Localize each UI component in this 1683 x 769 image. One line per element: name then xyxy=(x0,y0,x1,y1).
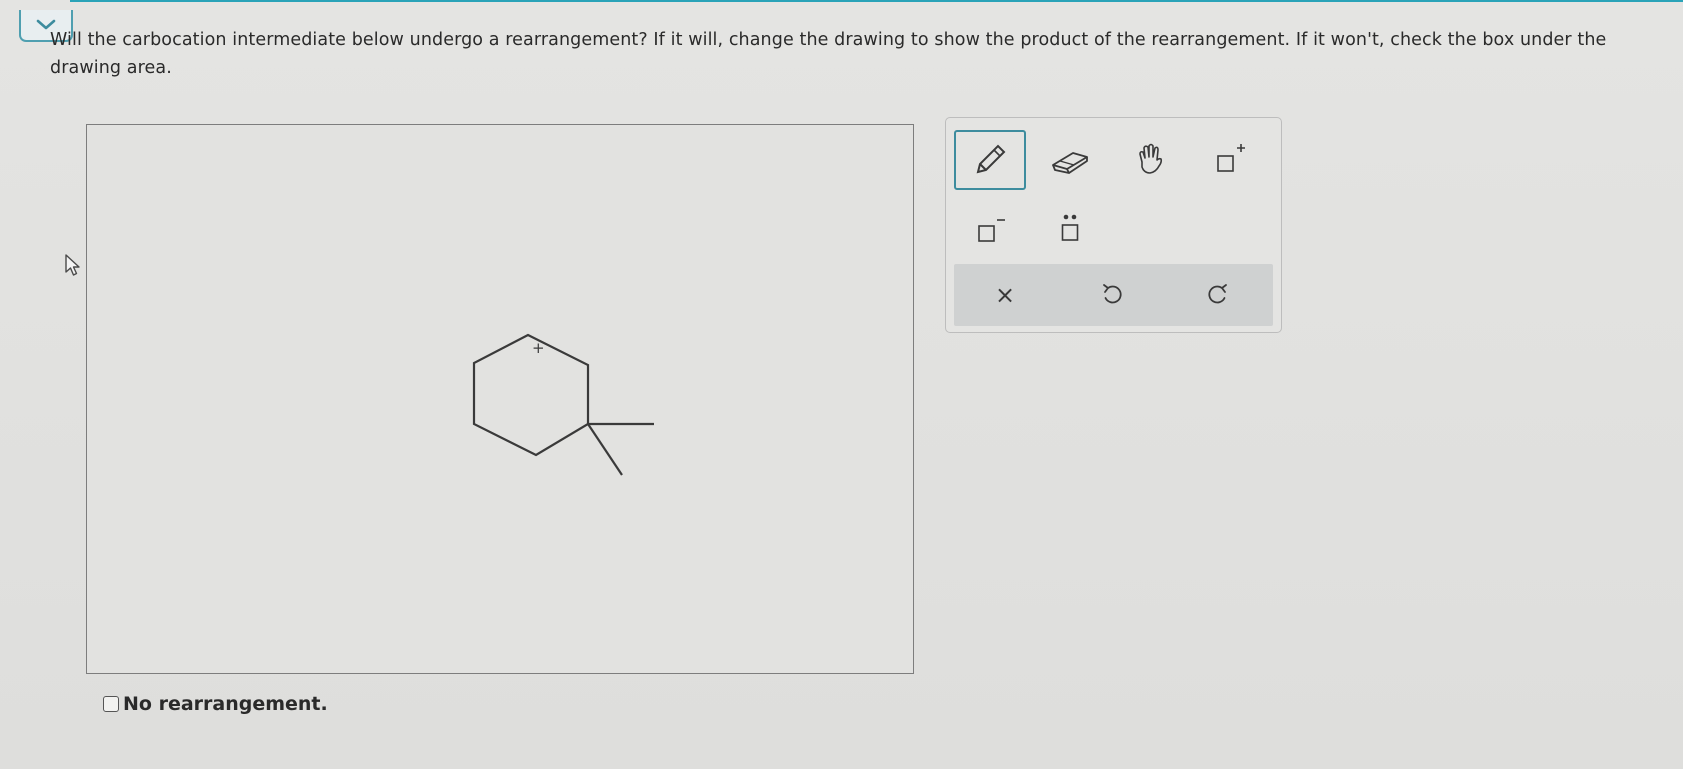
redo-icon xyxy=(1208,284,1227,304)
redo-button[interactable] xyxy=(1178,264,1258,326)
clear-button[interactable]: × xyxy=(965,264,1045,326)
drawing-canvas[interactable]: + xyxy=(86,124,914,674)
methyl-bond-down[interactable] xyxy=(587,423,623,476)
pencil-tool-button[interactable] xyxy=(954,130,1026,190)
eraser-icon xyxy=(1052,152,1088,174)
cyclohexane-ring[interactable] xyxy=(472,333,590,457)
molecule-drawing[interactable] xyxy=(87,125,915,675)
positive-charge-icon xyxy=(1217,144,1245,172)
eraser-tool-button[interactable] xyxy=(1034,130,1106,190)
hand-icon xyxy=(1139,143,1163,174)
action-bar: × xyxy=(954,264,1273,326)
undo-icon xyxy=(1103,284,1122,304)
question-text: Will the carbocation intermediate below … xyxy=(50,30,1607,78)
carbocation-charge-label: + xyxy=(532,339,545,357)
negative-charge-button[interactable] xyxy=(954,198,1026,258)
negative-charge-icon xyxy=(978,219,1005,242)
mouse-pointer-icon xyxy=(65,254,80,276)
lone-pair-button[interactable] xyxy=(1034,198,1106,258)
positive-charge-button[interactable] xyxy=(1194,130,1266,190)
no-rearrangement-checkbox[interactable] xyxy=(103,696,119,712)
clear-icon: × xyxy=(994,281,1016,309)
top-accent-strip xyxy=(70,0,1683,2)
pencil-icon xyxy=(976,144,1006,174)
tool-palette: × xyxy=(945,117,1282,333)
no-rearrangement-label[interactable]: No rearrangement. xyxy=(123,693,328,715)
no-rearrangement-option[interactable]: No rearrangement. xyxy=(103,693,328,715)
move-tool-button[interactable] xyxy=(1114,130,1186,190)
lone-pair-icon xyxy=(1061,214,1079,241)
undo-button[interactable] xyxy=(1072,264,1152,326)
